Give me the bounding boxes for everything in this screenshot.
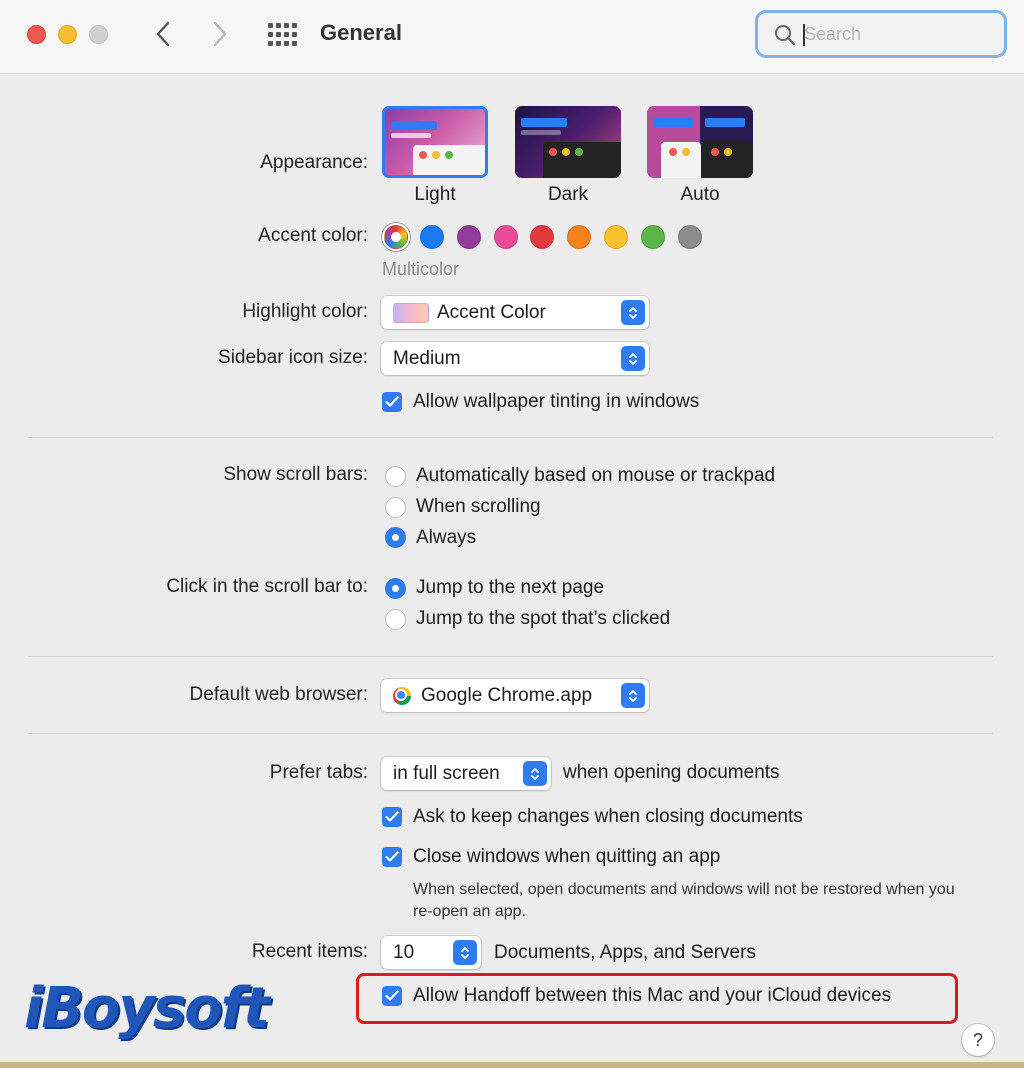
highlight-color-value: Accent Color [437, 301, 546, 323]
close-window-button[interactable] [27, 25, 46, 44]
ask-keep-changes-label: Ask to keep changes when closing documen… [413, 806, 803, 827]
close-windows-note: When selected, open documents and window… [413, 881, 955, 920]
recent-items-suffix: Documents, Apps, and Servers [494, 942, 756, 963]
appearance-auto-thumbnail[interactable] [647, 106, 753, 178]
jump-spot-clicked-radio[interactable] [385, 609, 406, 630]
ask-keep-changes-checkbox[interactable] [382, 807, 402, 827]
appearance-auto-label: Auto [680, 184, 720, 205]
scroll-bars-always-radio[interactable] [385, 527, 406, 548]
close-windows-label: Close windows when quitting an app [413, 846, 721, 867]
mini-bar [705, 118, 745, 127]
recent-items-popup[interactable]: 10 [381, 936, 481, 969]
accent-purple-swatch[interactable] [457, 225, 481, 249]
prefer-tabs-value: in full screen [393, 762, 500, 784]
updown-chevron-icon [453, 940, 477, 965]
mini-window [413, 145, 485, 175]
mini-bar [391, 121, 437, 130]
search-icon [775, 25, 796, 46]
sidebar-icon-size-popup[interactable]: Medium [381, 342, 649, 375]
chevron-right-icon [213, 21, 227, 47]
wallpaper-tinting-label: Allow wallpaper tinting in windows [413, 391, 700, 412]
zoom-window-button[interactable] [89, 25, 108, 44]
section-divider [28, 437, 993, 438]
mini-window [661, 142, 701, 178]
updown-chevron-icon [523, 761, 547, 786]
chevron-left-icon [156, 21, 170, 47]
recent-items-value: 10 [393, 941, 415, 963]
updown-chevron-icon [621, 683, 645, 708]
desktop-edge [0, 1062, 1024, 1068]
scroll-bars-when-scrolling-radio[interactable] [385, 497, 406, 518]
default-browser-popup[interactable]: Google Chrome.app [381, 679, 649, 712]
mini-window [701, 142, 753, 178]
prefer-tabs-suffix: when opening documents [563, 762, 780, 783]
chrome-icon [393, 686, 411, 705]
default-browser-label: Default web browser: [189, 684, 368, 705]
iboysoft-watermark-logo: iBoysoft [24, 976, 270, 1041]
window-title: General [320, 20, 402, 45]
mini-bar [391, 133, 431, 138]
accent-red-swatch[interactable] [530, 225, 554, 249]
callout-highlight-box [356, 973, 958, 1024]
help-button[interactable]: ? [962, 1024, 994, 1056]
search-field[interactable] [755, 10, 1007, 58]
accent-blue-swatch[interactable] [420, 225, 444, 249]
prefer-tabs-popup[interactable]: in full screen [381, 757, 551, 790]
accent-pink-swatch[interactable] [494, 225, 518, 249]
checkmark-icon [385, 811, 399, 822]
checkmark-icon [385, 396, 399, 407]
section-divider [28, 733, 993, 734]
mini-bar [521, 130, 561, 135]
mini-bar [653, 118, 693, 127]
checkmark-icon [385, 851, 399, 862]
section-divider [28, 656, 993, 657]
back-button[interactable] [149, 18, 177, 50]
jump-next-page-radio[interactable] [385, 578, 406, 599]
sidebar-icon-size-value: Medium [393, 347, 461, 369]
highlight-color-swatch [393, 302, 429, 323]
scroll-bars-always-label: Always [416, 527, 477, 548]
scroll-bars-auto-radio[interactable] [385, 466, 406, 487]
minimize-window-button[interactable] [58, 25, 77, 44]
appearance-light-label: Light [414, 184, 456, 205]
prefer-tabs-label: Prefer tabs: [269, 762, 368, 783]
sidebar-icon-size-label: Sidebar icon size: [218, 347, 368, 368]
mini-window [543, 142, 621, 178]
show-all-grid-icon[interactable] [268, 23, 298, 47]
scroll-bars-auto-label: Automatically based on mouse or trackpad [416, 465, 776, 486]
updown-chevron-icon [621, 300, 645, 325]
forward-button[interactable] [206, 18, 234, 50]
accent-multicolor-swatch[interactable] [384, 225, 408, 249]
highlight-color-label: Highlight color: [242, 301, 368, 322]
click-scroll-bar-label: Click in the scroll bar to: [166, 576, 368, 597]
accent-yellow-swatch[interactable] [604, 225, 628, 249]
accent-green-swatch[interactable] [641, 225, 665, 249]
search-input[interactable] [804, 20, 994, 48]
accent-orange-swatch[interactable] [567, 225, 591, 249]
recent-items-label: Recent items: [251, 941, 368, 962]
wallpaper-tinting-checkbox[interactable] [382, 392, 402, 412]
scroll-bars-when-scrolling-label: When scrolling [416, 496, 541, 517]
accent-color-label: Accent color: [258, 225, 368, 246]
close-windows-checkbox[interactable] [382, 847, 402, 867]
appearance-label: Appearance: [260, 152, 368, 173]
accent-selected-caption: Multicolor [382, 259, 460, 279]
mini-bar [521, 118, 567, 127]
show-scroll-bars-label: Show scroll bars: [223, 464, 368, 485]
appearance-dark-label: Dark [547, 184, 589, 205]
updown-chevron-icon [621, 346, 645, 371]
window-toolbar: General [0, 0, 1024, 74]
highlight-color-popup[interactable]: Accent Color [381, 296, 649, 329]
default-browser-value: Google Chrome.app [421, 684, 593, 706]
jump-next-page-label: Jump to the next page [416, 577, 605, 598]
appearance-light-thumbnail[interactable] [382, 106, 488, 178]
appearance-dark-thumbnail[interactable] [515, 106, 621, 178]
accent-graphite-swatch[interactable] [678, 225, 702, 249]
jump-spot-clicked-label: Jump to the spot that’s clicked [416, 608, 671, 629]
